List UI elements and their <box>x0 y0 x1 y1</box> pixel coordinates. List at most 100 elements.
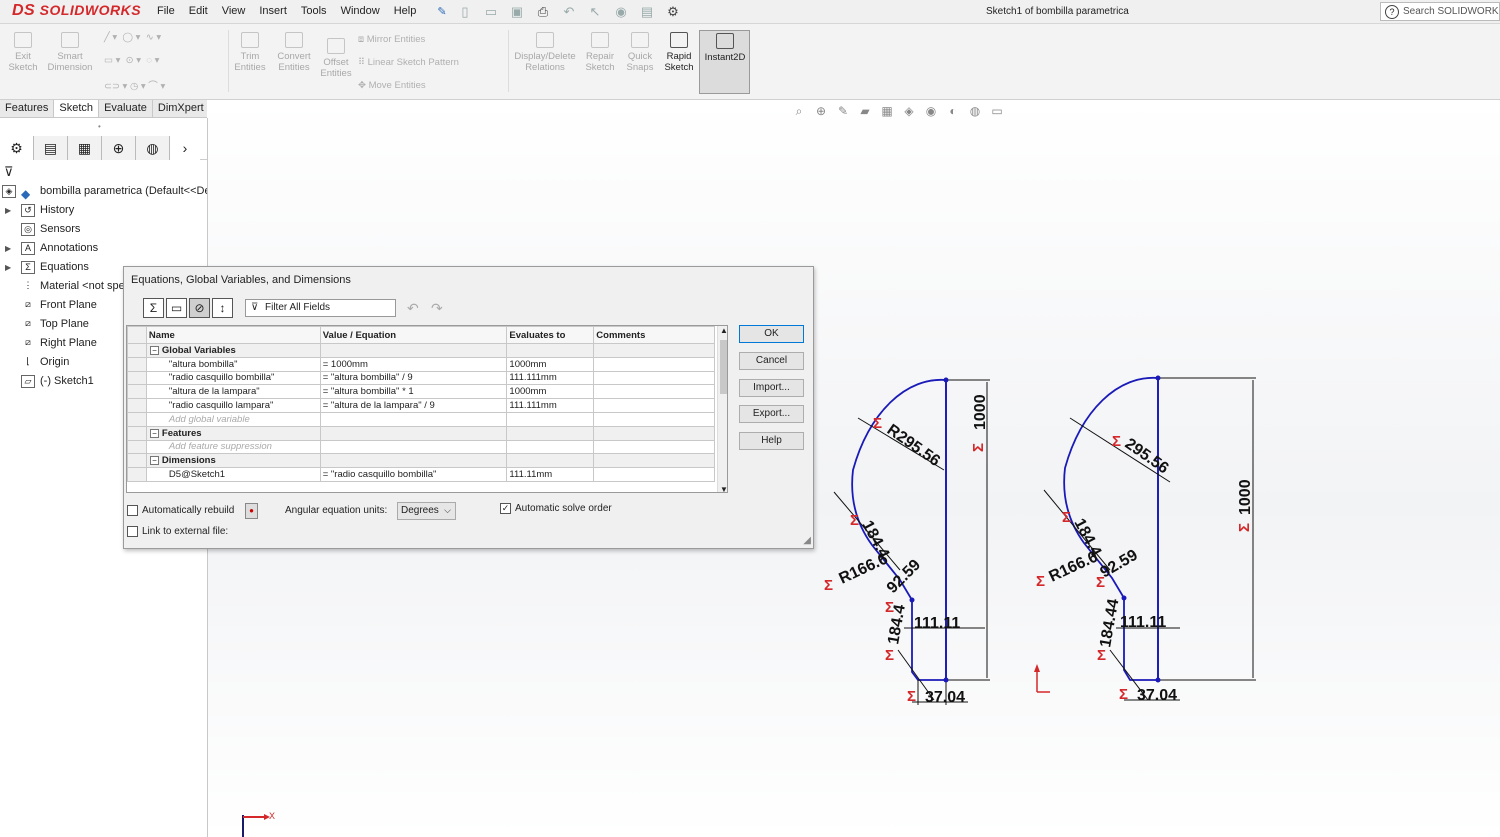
chevron-right-icon[interactable]: › <box>170 136 200 160</box>
equation-sigma-icon: Σ <box>970 443 987 452</box>
section-features[interactable]: − Features <box>127 425 715 441</box>
dimxpert-manager-icon[interactable]: ⊕ <box>102 136 136 160</box>
auto-rebuild-checkbox[interactable]: Automatically rebuild <box>127 505 234 516</box>
dim-right-bottom: 37.04 <box>1137 687 1177 704</box>
equation-sigma-icon: Σ <box>1062 509 1071 526</box>
origin-tree-icon: ⌊ <box>26 356 30 366</box>
feature-manager-tree-icon[interactable]: ⚙ <box>0 136 34 160</box>
triad-axis-icon: X <box>242 811 275 837</box>
equation-sigma-icon: Σ <box>907 688 916 705</box>
panel-splitter-handle[interactable]: • <box>98 122 101 131</box>
ok-button[interactable]: OK <box>739 325 804 343</box>
dim-left-bottom: 37.04 <box>925 689 965 706</box>
table-row[interactable]: "radio casquillo bombilla" = "altura bomb… <box>127 370 715 386</box>
undo-icon[interactable]: ↶ <box>407 300 419 317</box>
property-manager-icon[interactable]: ▤ <box>34 136 68 160</box>
plane-icon: ⧄ <box>25 299 31 309</box>
chevron-up-icon[interactable]: ▲ <box>720 326 727 335</box>
scroll-thumb[interactable] <box>720 340 727 394</box>
profile-right[interactable]: Σ 295.56 Σ 1000 Σ 184.4 Σ R166.6 92.59 Σ… <box>1036 375 1256 705</box>
plane-icon: ⧄ <box>25 318 31 328</box>
col-value[interactable]: Value / Equation <box>319 326 508 344</box>
history-icon: ↺ <box>21 204 35 217</box>
solidworks-window: DS SOLIDWORKS File Edit View Insert Tool… <box>0 0 1500 837</box>
grid-header-row: Name Value / Equation Evaluates to Comme… <box>127 326 715 344</box>
display-manager-icon[interactable]: ◍ <box>136 136 170 160</box>
dim-right-len-c: 184.44 <box>1097 597 1122 648</box>
table-row[interactable]: "radio casquillo lampara" = "altura de la… <box>127 398 715 413</box>
tree-item-sensors[interactable]: ◎ Sensors <box>0 220 207 239</box>
export-button[interactable]: Export... <box>739 405 804 423</box>
equation-sigma-icon: Σ <box>824 577 833 594</box>
ordered-view-icon[interactable]: ↕ <box>212 298 233 318</box>
tree-root-part[interactable]: ◈ ◆ bombilla parametrica (Default<<De <box>0 182 207 201</box>
graduation-cap-icon: ◆ <box>21 187 31 201</box>
equation-sigma-icon: Σ <box>1236 523 1253 532</box>
origin-icon <box>1034 664 1050 693</box>
cancel-button[interactable]: Cancel <box>739 352 804 370</box>
equation-sigma-icon: Σ <box>850 512 859 529</box>
equation-sigma-icon: Σ <box>873 415 882 432</box>
collapse-icon[interactable]: − <box>149 345 159 355</box>
expand-icon[interactable]: ▶ <box>5 239 11 258</box>
dim-right-r-small: R166.6 <box>1047 548 1101 585</box>
chevron-down-icon: ⌵ <box>444 505 451 515</box>
part-icon: ◈ <box>2 185 16 198</box>
angular-units-label: Angular equation units: <box>285 505 388 516</box>
table-row[interactable]: "altura bombilla" = 1000mm 1000mm <box>127 356 715 372</box>
table-row[interactable]: "altura de la lampara" = "altura bombilla… <box>127 384 715 400</box>
equation-view-icon[interactable]: Σ <box>143 298 164 318</box>
dialog-view-toolbar: Σ ▭ ⊘ ↕ <box>143 298 233 318</box>
add-global-variable-row[interactable]: Add global variable <box>127 411 715 427</box>
filter-icon: ⊽ <box>251 302 259 313</box>
link-external-file-checkbox[interactable]: Link to external file: <box>127 526 228 537</box>
dim-left-radius: 111.11 <box>914 615 960 632</box>
panel-tabs: ⚙ ▤ ▦ ⊕ ◍ › <box>0 136 207 160</box>
tree-item-annotations[interactable]: ▶ A Annotations <box>0 239 207 258</box>
chevron-down-icon[interactable]: ▼ <box>720 485 727 492</box>
equation-sigma-icon: Σ <box>885 647 894 664</box>
grid-scrollbar[interactable]: ▲ ▼ <box>717 326 727 492</box>
dimension-view-icon[interactable]: ⊘ <box>189 298 210 318</box>
dim-left-r-big: R295.56 <box>884 421 943 470</box>
col-comments[interactable]: Comments <box>593 326 715 344</box>
equation-sigma-icon: Σ <box>1097 647 1106 664</box>
expand-icon[interactable]: ▶ <box>5 258 11 277</box>
equation-sigma-icon: Σ <box>1112 433 1121 450</box>
col-name[interactable]: Name <box>145 326 321 344</box>
add-feature-suppression-row[interactable]: Add feature suppression <box>127 439 715 455</box>
tree-item-history[interactable]: ▶ ↺ History <box>0 201 207 220</box>
sensors-icon: ◎ <box>21 223 35 236</box>
collapse-icon[interactable]: − <box>149 428 159 438</box>
filter-all-fields-input[interactable]: ⊽ Filter All Fields <box>245 299 396 317</box>
equations-icon: Σ <box>21 261 35 274</box>
resize-grip-icon[interactable]: ◢ <box>803 535 811 546</box>
equation-sigma-icon: Σ <box>1096 574 1105 591</box>
dim-left-len-b: 92.59 <box>884 556 924 596</box>
auto-solve-order-checkbox[interactable]: ✓ Automatic solve order <box>500 503 612 514</box>
sketch-equation-view-icon[interactable]: ▭ <box>166 298 187 318</box>
annotations-icon: A <box>21 242 35 255</box>
dim-right-radius: 111.11 <box>1120 614 1166 631</box>
x-axis-label: X <box>269 811 275 821</box>
material-icon: ⋮ <box>23 280 33 290</box>
help-button[interactable]: Help <box>739 432 804 450</box>
expand-icon[interactable]: ▶ <box>5 201 11 220</box>
filter-icon[interactable]: ⊽ <box>4 164 14 180</box>
redo-icon[interactable]: ↷ <box>431 300 443 317</box>
import-button[interactable]: Import... <box>739 379 804 397</box>
plane-icon: ⧄ <box>25 337 31 347</box>
equations-dialog: Equations, Global Variables, and Dimensi… <box>123 266 814 549</box>
dim-right-height: 1000 <box>1237 479 1254 515</box>
angular-units-select[interactable]: Degrees ⌵ <box>397 502 456 520</box>
col-evaluates[interactable]: Evaluates to <box>506 326 595 344</box>
table-row[interactable]: D5@Sketch1 = "radio casquillo bombilla" 11… <box>127 467 715 482</box>
section-dimensions[interactable]: − Dimensions <box>127 453 715 469</box>
equation-sigma-icon: Σ <box>1036 573 1045 590</box>
configuration-manager-icon[interactable]: ▦ <box>68 136 102 160</box>
profile-left[interactable]: Σ R295.56 Σ 1000 Σ 184.4 Σ R166.6 92.59 … <box>824 377 990 707</box>
section-global-variables[interactable]: − Global Variables <box>127 343 715 358</box>
collapse-icon[interactable]: − <box>149 456 159 466</box>
rebuild-traffic-light-icon[interactable]: ● <box>245 503 258 519</box>
equations-grid: Name Value / Equation Evaluates to Comme… <box>126 325 728 493</box>
